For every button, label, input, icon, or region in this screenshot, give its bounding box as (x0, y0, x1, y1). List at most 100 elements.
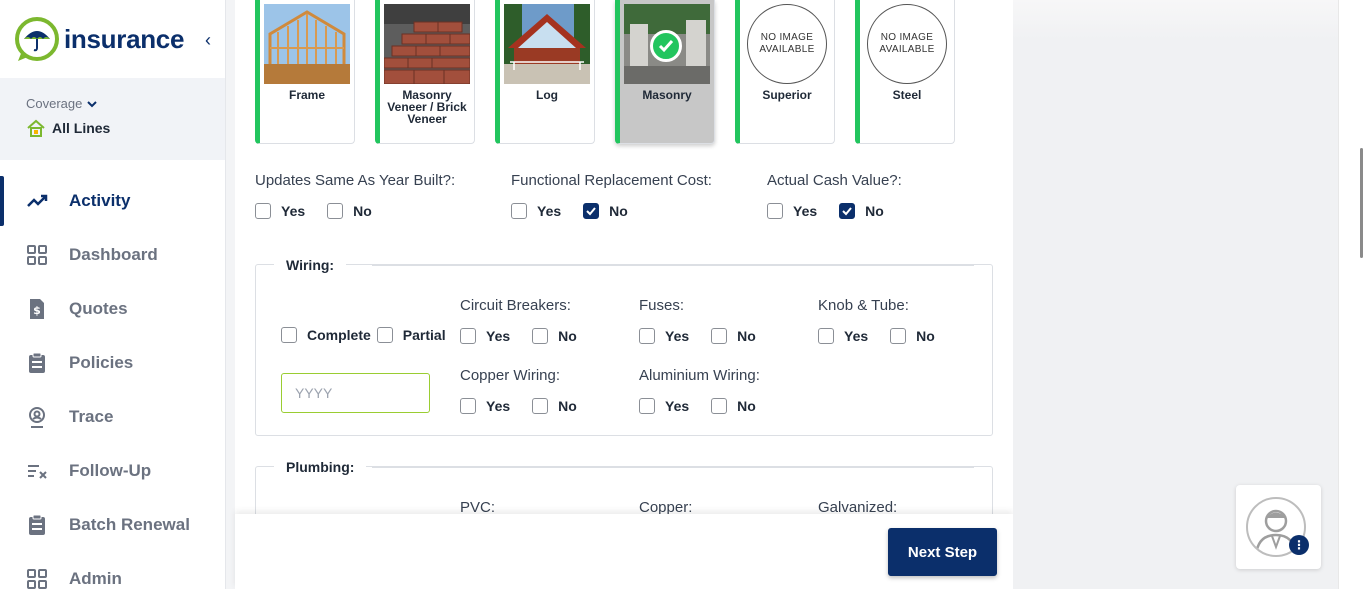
card-label: Log (536, 88, 558, 102)
checkbox[interactable] (711, 328, 728, 344)
wiring-legend: Wiring: (274, 257, 347, 273)
brick-image (384, 4, 470, 84)
next-step-button[interactable]: Next Step (888, 528, 997, 576)
functional-replacement-yes[interactable]: Yes (511, 203, 561, 219)
sidebar-item-batch-renewal[interactable]: Batch Renewal (0, 498, 225, 552)
checkbox-checked[interactable] (839, 203, 856, 219)
aluminium-wiring-yes[interactable]: Yes (639, 398, 689, 414)
fuses-yes[interactable]: Yes (639, 328, 689, 344)
collapse-sidebar-button[interactable]: ‹ (205, 30, 211, 51)
svg-text:$: $ (33, 304, 41, 317)
log-house-image (504, 4, 590, 84)
sidebar-item-trace[interactable]: Trace (0, 390, 225, 444)
checkbox[interactable] (532, 398, 549, 414)
update-questions: Updates Same As Year Built?: Yes No Func… (255, 172, 1013, 219)
wiring-section: Wiring: Complete Partial Circuit Breaker… (255, 257, 993, 436)
wiring-complete-option[interactable]: Complete (281, 327, 371, 343)
dollar-doc-icon: $ (26, 298, 48, 320)
construction-card-masonry[interactable]: Masonry (615, 0, 715, 144)
checkbox[interactable] (255, 203, 271, 219)
fuses-no[interactable]: No (711, 328, 756, 344)
circuit-breakers-question: Circuit Breakers: Yes No (460, 297, 577, 344)
divider (372, 265, 974, 266)
functional-replacement-question: Functional Replacement Cost: Yes No (511, 172, 767, 219)
coverage-value: All Lines (52, 120, 111, 136)
question-label: Functional Replacement Cost: (511, 172, 712, 189)
checkbox[interactable] (327, 203, 344, 219)
main-form: Frame Masonry Veneer / Brick Veneer Log … (235, 0, 1013, 589)
frame-house-image (264, 4, 350, 84)
card-label: Masonry Veneer / Brick Veneer (387, 88, 467, 126)
sidebar-item-label: Batch Renewal (69, 515, 190, 534)
checkbox-checked[interactable] (583, 203, 600, 219)
fuses-question: Fuses: Yes No (639, 297, 756, 344)
checkbox[interactable] (281, 327, 297, 343)
sidebar-item-label: Trace (69, 407, 114, 426)
sidebar-item-label: Admin (69, 569, 122, 588)
copper-wiring-no[interactable]: No (532, 398, 577, 414)
checkbox[interactable] (818, 328, 834, 344)
sidebar-item-policies[interactable]: Policies (0, 336, 225, 390)
aluminium-wiring-no[interactable]: No (711, 398, 756, 414)
wiring-partial-option[interactable]: Partial (376, 327, 446, 343)
card-label: Frame (288, 88, 326, 102)
card-label: Steel (892, 88, 922, 102)
sidebar-item-dashboard[interactable]: Dashboard (0, 228, 225, 282)
circuit-breakers-no[interactable]: No (532, 328, 577, 344)
construction-card-frame[interactable]: Frame (255, 0, 355, 144)
knob-tube-no[interactable]: No (890, 328, 935, 344)
home-coverage-icon (27, 119, 45, 137)
copper-wiring-yes[interactable]: Yes (460, 398, 510, 414)
chat-widget[interactable]: ⋮ (1236, 485, 1321, 569)
checkbox[interactable] (767, 203, 783, 219)
clipboard-icon (26, 514, 48, 536)
circuit-breakers-yes[interactable]: Yes (460, 328, 510, 344)
grid-icon (26, 568, 48, 589)
footer-bar: Next Step (235, 514, 1013, 589)
construction-card-steel[interactable]: NO IMAGE AVAILABLE Steel (855, 0, 955, 144)
logo-text: insurance (64, 23, 185, 54)
checkbox[interactable] (532, 328, 549, 344)
chevron-down-icon (87, 100, 98, 107)
actual-cash-value-question: Actual Cash Value?: Yes No (767, 172, 1013, 219)
coverage-selector[interactable]: Coverage All Lines (0, 78, 225, 160)
location-pin-icon (26, 406, 48, 428)
construction-card-log[interactable]: Log (495, 0, 595, 144)
sidebar-item-admin[interactable]: Admin (0, 552, 225, 589)
sidebar-item-label: Follow-Up (69, 461, 152, 480)
checkbox[interactable] (639, 398, 655, 414)
knob-tube-yes[interactable]: Yes (818, 328, 868, 344)
checkbox[interactable] (639, 328, 655, 344)
more-options-icon[interactable]: ⋮ (1289, 535, 1309, 555)
masonry-image (624, 4, 710, 84)
actual-cash-value-no[interactable]: No (839, 203, 884, 219)
checkbox[interactable] (711, 398, 728, 414)
checkbox[interactable] (890, 328, 907, 344)
logo[interactable]: insurance ‹ (0, 0, 225, 78)
wiring-year-input[interactable] (281, 373, 430, 413)
updates-same-no[interactable]: No (327, 203, 372, 219)
construction-type-cards: Frame Masonry Veneer / Brick Veneer Log … (255, 0, 955, 144)
functional-replacement-no[interactable]: No (583, 203, 628, 219)
actual-cash-value-yes[interactable]: Yes (767, 203, 817, 219)
card-label: Masonry (642, 88, 692, 102)
sidebar-item-quotes[interactable]: $ Quotes (0, 282, 225, 336)
scrollbar-thumb[interactable] (1360, 148, 1363, 258)
checkbox[interactable] (511, 203, 527, 219)
divider (372, 467, 974, 468)
sidebar: insurance ‹ Coverage All Lines Activity … (0, 0, 226, 589)
sidebar-item-activity[interactable]: Activity (0, 174, 225, 228)
checkbox[interactable] (460, 398, 476, 414)
copper-wiring-question: Copper Wiring: Yes No (460, 367, 577, 414)
sidebar-item-follow-up[interactable]: Follow-Up (0, 444, 225, 498)
sidebar-item-label: Quotes (69, 299, 128, 318)
checkbox[interactable] (376, 327, 393, 343)
coverage-label: Coverage (26, 96, 83, 111)
checkbox[interactable] (460, 328, 476, 344)
construction-card-masonry-veneer[interactable]: Masonry Veneer / Brick Veneer (375, 0, 475, 144)
page-scrollbar[interactable] (1338, 0, 1366, 589)
construction-card-superior[interactable]: NO IMAGE AVAILABLE Superior (735, 0, 835, 144)
clipboard-icon (26, 352, 48, 374)
list-check-icon (26, 460, 48, 482)
updates-same-yes[interactable]: Yes (255, 203, 305, 219)
